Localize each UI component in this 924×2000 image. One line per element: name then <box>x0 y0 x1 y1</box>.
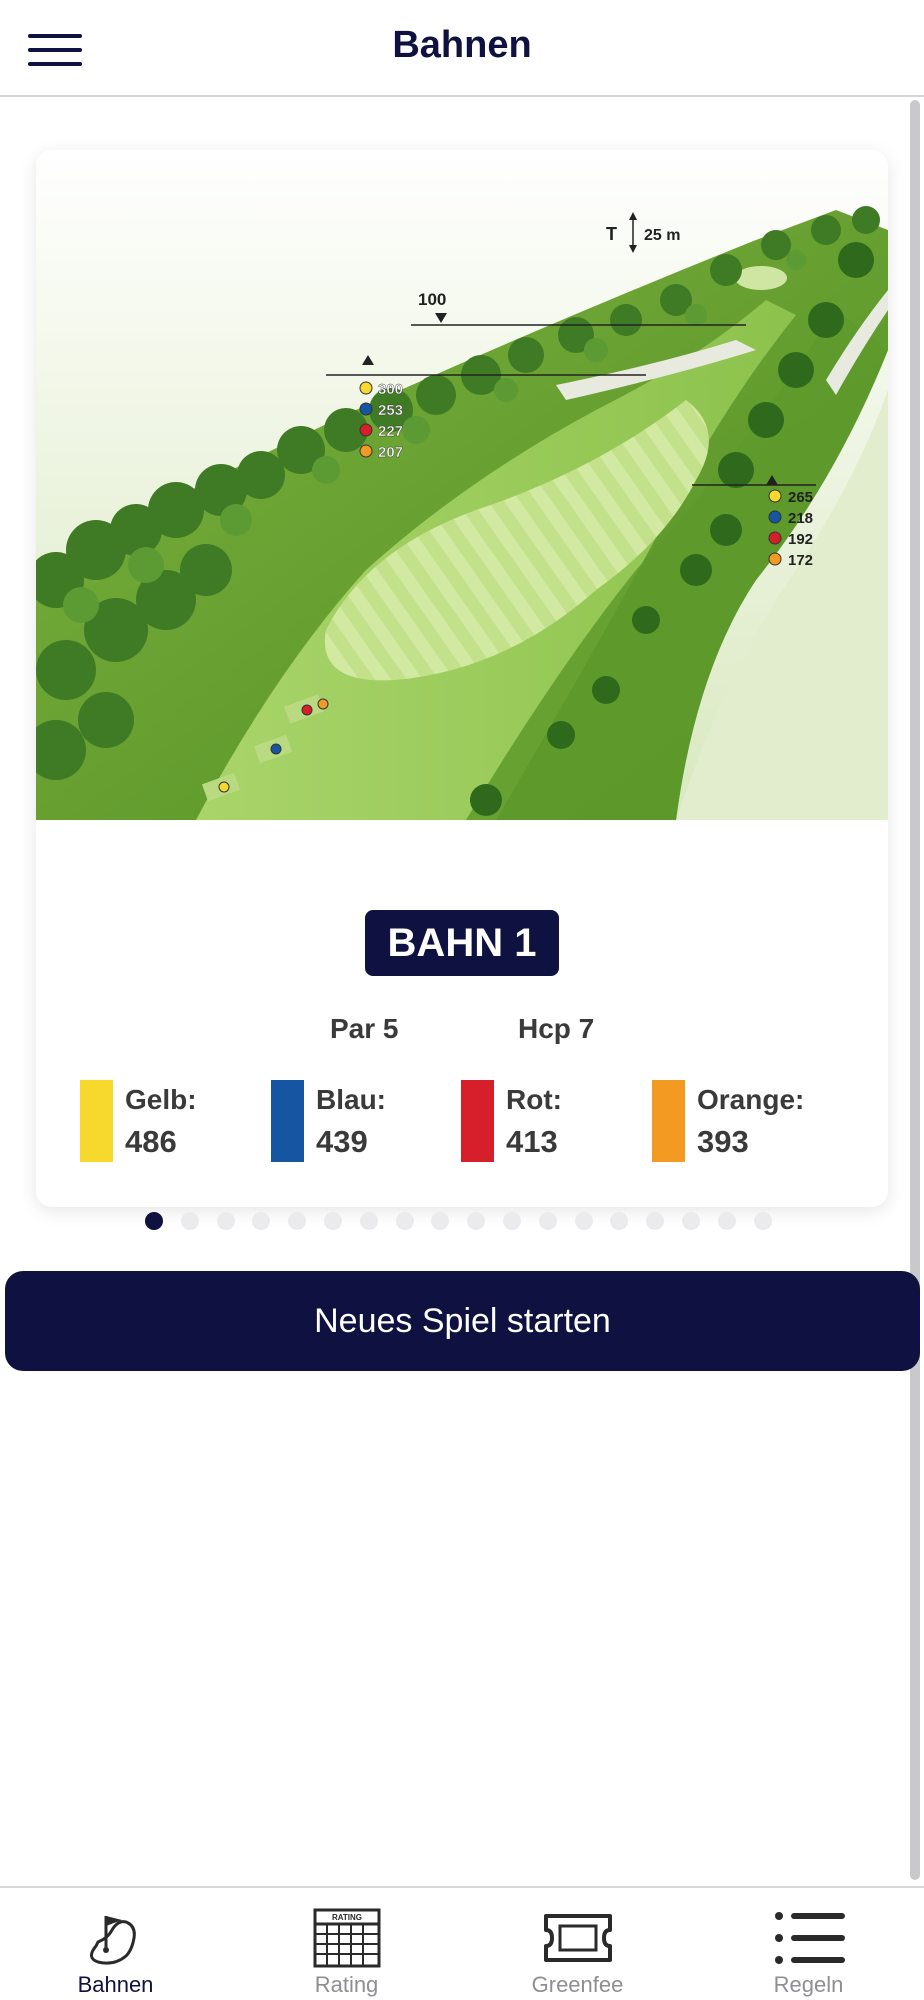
golf-course-icon <box>89 1916 136 1965</box>
page-dot[interactable] <box>538 1212 557 1230</box>
tee-color-swatch <box>652 1080 685 1162</box>
map-left-distance: 207 <box>378 444 403 461</box>
tab-regeln[interactable]: Regeln <box>693 1888 924 2000</box>
map-left-distance: 300 <box>378 381 403 398</box>
tab-label: Rating <box>314 1972 379 1997</box>
page-dot[interactable] <box>252 1212 271 1230</box>
tee-length: 393 <box>697 1124 749 1159</box>
map-left-distance: 227 <box>378 423 403 440</box>
page-dot[interactable] <box>610 1212 629 1230</box>
tee-name: Rot: <box>506 1084 562 1115</box>
tee-color-swatch <box>461 1080 494 1162</box>
tee-name: Gelb: <box>125 1084 197 1115</box>
page-dot[interactable] <box>180 1212 199 1230</box>
greenfee-ticket-icon <box>543 1914 612 1962</box>
page-dot[interactable] <box>359 1212 378 1230</box>
tee-name: Blau: <box>316 1084 386 1115</box>
map-elevation-value: 25 m <box>644 227 680 244</box>
page-dot[interactable] <box>145 1212 163 1230</box>
map-right-distance: 172 <box>788 552 813 569</box>
tab-label: Bahnen <box>77 1972 154 1997</box>
map-left-distance: 253 <box>378 402 403 419</box>
tee-length: 439 <box>316 1124 368 1159</box>
page-dot[interactable] <box>574 1212 593 1230</box>
rating-scorecard-icon: RATING <box>313 1908 380 1968</box>
page-title: Bahnen <box>392 24 532 66</box>
tee-length: 413 <box>506 1124 558 1159</box>
tab-rating[interactable]: RATING Rating <box>231 1888 462 2000</box>
tab-greenfee[interactable]: Greenfee <box>462 1888 693 2000</box>
bottom-tab-bar: Bahnen RATING Rating Greenfee Regeln <box>0 1886 924 2000</box>
page-dot[interactable] <box>288 1212 307 1230</box>
map-right-distance: 192 <box>788 531 813 548</box>
page-dot[interactable] <box>646 1212 665 1230</box>
page-dot[interactable] <box>682 1212 700 1230</box>
tee-red: Rot: 413 <box>461 1080 651 1166</box>
page-dot[interactable] <box>717 1212 736 1230</box>
page-dot[interactable] <box>216 1212 235 1230</box>
tee-name: Orange: <box>697 1084 805 1115</box>
page-dot[interactable] <box>467 1212 486 1230</box>
page-dot[interactable] <box>395 1212 414 1230</box>
par-label: Par 5 <box>330 1013 399 1044</box>
map-elevation-label: T <box>606 224 617 244</box>
tee-blue: Blau: 439 <box>271 1080 461 1166</box>
tab-label: Greenfee <box>531 1972 624 1997</box>
rules-list-icon <box>774 1912 845 1964</box>
tee-orange: Orange: 393 <box>652 1080 842 1166</box>
top-bar: Bahnen <box>0 0 924 97</box>
tee-color-swatch <box>271 1080 304 1162</box>
tab-bahnen[interactable]: Bahnen <box>0 1888 231 2000</box>
page-dot[interactable] <box>503 1212 521 1230</box>
hole-map-illustration: T 25 m 100 300 253 227 207 265 218 192 1… <box>36 150 888 820</box>
hole-badge: BAHN 1 <box>365 910 559 976</box>
tee-color-swatch <box>80 1080 113 1162</box>
tee-length: 486 <box>125 1124 177 1159</box>
rating-icon-text: RATING <box>331 1913 361 1922</box>
map-right-distance: 265 <box>788 489 813 506</box>
hole-card[interactable]: T 25 m 100 300 253 227 207 265 218 192 1… <box>36 150 888 1207</box>
map-right-distance: 218 <box>788 510 813 527</box>
tab-label: Regeln <box>773 1972 844 1997</box>
hcp-label: Hcp 7 <box>518 1013 595 1044</box>
page-dot[interactable] <box>324 1212 342 1230</box>
scrollbar[interactable] <box>910 100 920 1880</box>
page-dot[interactable] <box>753 1212 772 1230</box>
start-new-game-button[interactable]: Neues Spiel starten <box>5 1271 920 1371</box>
map-100-marker: 100 <box>418 290 446 309</box>
tee-yellow: Gelb: 486 <box>80 1080 270 1166</box>
page-dot[interactable] <box>431 1212 450 1230</box>
